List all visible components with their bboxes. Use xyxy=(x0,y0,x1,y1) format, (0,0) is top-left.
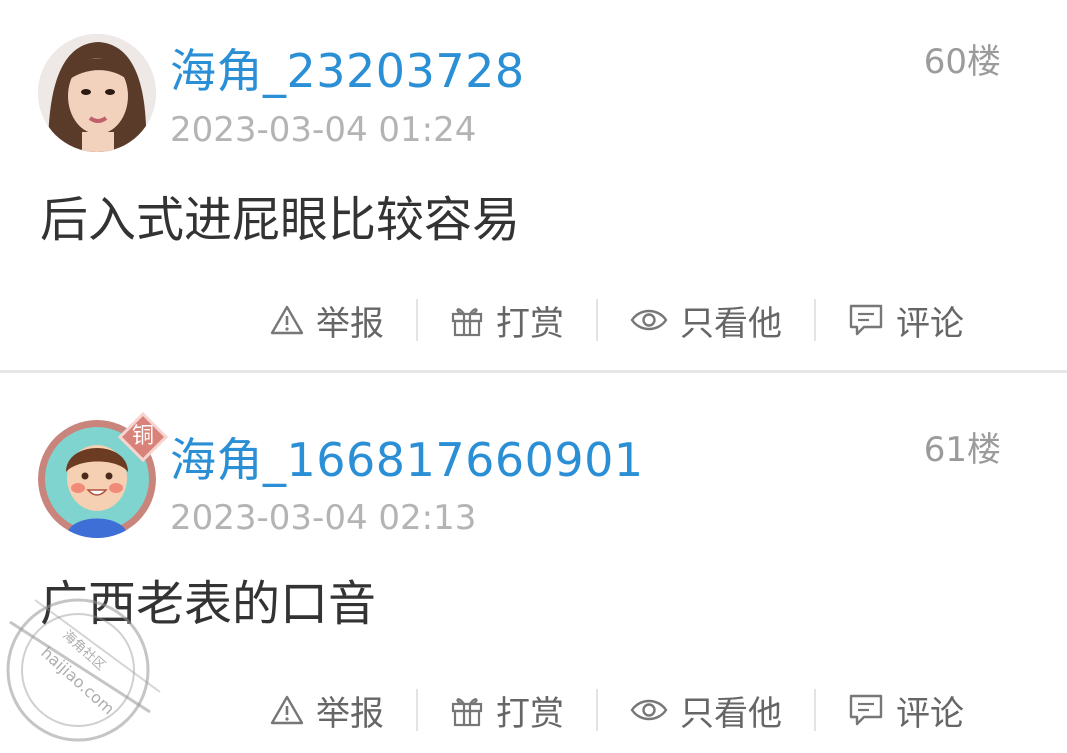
post-content: 后入式进屁眼比较容易 xyxy=(40,192,521,248)
gift-icon xyxy=(450,303,484,337)
report-button[interactable]: 举报 xyxy=(270,296,384,345)
rank-badge: 铜 xyxy=(117,411,169,463)
divider xyxy=(596,299,598,341)
action-bar: 举报 打赏 只看他 评论 xyxy=(270,290,964,350)
comment-icon xyxy=(848,303,884,337)
username[interactable]: 海角_23203728 xyxy=(170,35,525,101)
reward-label: 打赏 xyxy=(496,693,564,734)
divider xyxy=(416,689,418,731)
avatar[interactable] xyxy=(38,34,156,152)
site-watermark: haijiao.com 海角社区 xyxy=(0,592,170,749)
divider xyxy=(416,299,418,341)
eye-icon xyxy=(630,306,668,334)
action-bar: 举报 打赏 只看他 评论 xyxy=(270,680,964,740)
comment-label: 评论 xyxy=(896,303,964,344)
only-him-button[interactable]: 只看他 xyxy=(630,686,782,735)
post-time: 2023-03-04 01:24 xyxy=(170,110,477,150)
report-label: 举报 xyxy=(316,303,384,344)
post-time: 2023-03-04 02:13 xyxy=(170,498,477,538)
only-him-label: 只看他 xyxy=(680,303,782,344)
report-button[interactable]: 举报 xyxy=(270,686,384,735)
floor-number: 61楼 xyxy=(923,430,1001,470)
username[interactable]: 海角_166817660901 xyxy=(170,424,644,490)
floor-number: 60楼 xyxy=(923,42,1001,82)
divider xyxy=(814,689,816,731)
divider xyxy=(596,689,598,731)
rank-badge-label: 铜 xyxy=(131,424,154,449)
post-60: 海角_23203728 2023-03-04 01:24 60楼 后入式进屁眼比… xyxy=(0,0,1067,370)
gift-icon xyxy=(450,693,484,727)
reward-button[interactable]: 打赏 xyxy=(450,296,564,345)
reward-label: 打赏 xyxy=(496,303,564,344)
only-him-label: 只看他 xyxy=(680,693,782,734)
warning-icon xyxy=(270,304,304,336)
comment-label: 评论 xyxy=(896,693,964,734)
comment-icon xyxy=(848,693,884,727)
report-label: 举报 xyxy=(316,693,384,734)
eye-icon xyxy=(630,696,668,724)
divider xyxy=(814,299,816,341)
comment-button[interactable]: 评论 xyxy=(848,686,964,735)
only-him-button[interactable]: 只看他 xyxy=(630,296,782,345)
warning-icon xyxy=(270,694,304,726)
comment-button[interactable]: 评论 xyxy=(848,296,964,345)
reward-button[interactable]: 打赏 xyxy=(450,686,564,735)
